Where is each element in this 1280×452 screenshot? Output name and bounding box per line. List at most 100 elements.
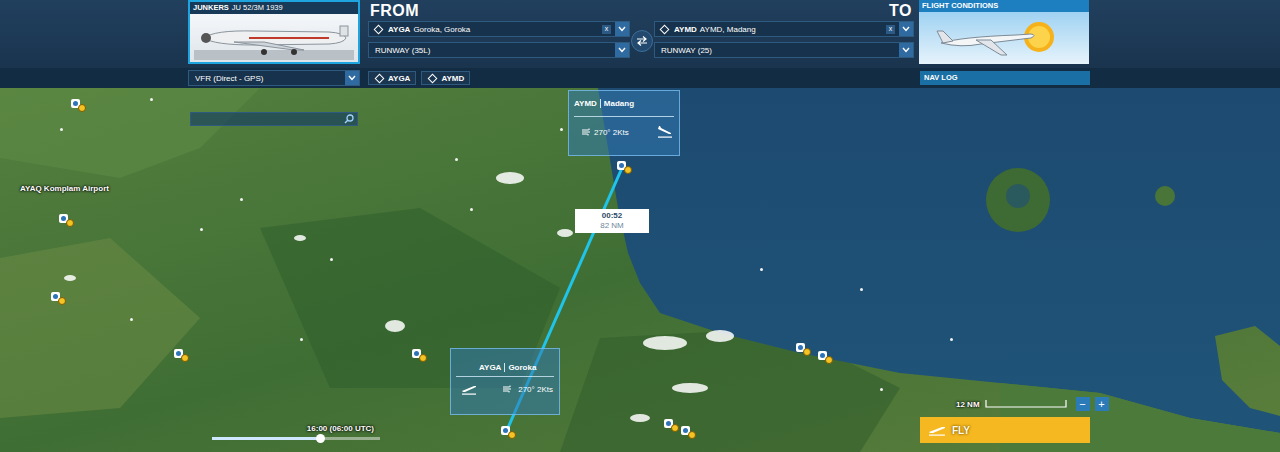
waypoint-list: AYGA AYMD [368, 71, 470, 85]
time-reading: 16:00 (06:00 UTC) [212, 423, 380, 434]
small-airport-dot[interactable] [880, 388, 883, 391]
flight-plan-text: VFR (Direct - GPS) [195, 74, 341, 83]
from-section: FROM AYGAGoroka, Goroka x RUNWAY (35L) [368, 0, 630, 68]
favorite-star-icon [624, 166, 632, 174]
small-airport-dot[interactable] [455, 158, 458, 161]
destination-card[interactable]: AYMD Madang 270° 2Kts [568, 90, 680, 156]
to-section: TO AYMDAYMD, Madang x RUNWAY (25) [654, 0, 914, 68]
to-heading: TO [654, 1, 914, 21]
wind-reading: 270° 2Kts [594, 128, 629, 137]
from-airport-field[interactable]: AYGAGoroka, Goroka x [368, 21, 630, 37]
scale-reading: 12 NM [956, 400, 980, 409]
time-slider[interactable]: 16:00 (06:00 UTC) [212, 423, 380, 440]
small-airport-dot[interactable] [300, 338, 303, 341]
small-airport-dot[interactable] [560, 128, 563, 131]
small-airport-dot[interactable] [950, 338, 953, 341]
departure-card[interactable]: AYGA Goroka 270° 2Kts [450, 348, 560, 415]
destination-title: AYMD Madang [569, 91, 679, 112]
to-runway-field[interactable]: RUNWAY (25) [654, 42, 914, 58]
fly-plane-icon [928, 424, 946, 436]
small-airport-dot[interactable] [330, 258, 333, 261]
small-airport-dot[interactable] [760, 268, 763, 271]
favorite-star-icon [825, 356, 833, 364]
aircraft-icon [194, 16, 354, 60]
favorite-star-icon [78, 104, 86, 112]
wind-reading: 270° 2Kts [518, 385, 553, 394]
airport-code: AYGA [388, 25, 410, 34]
airport-text: AYMDAYMD, Madang [674, 25, 882, 34]
clear-button[interactable]: x [602, 25, 611, 34]
waypoint-chip[interactable]: AYGA [368, 71, 416, 85]
runway: RUNWAY (35L) [375, 46, 430, 55]
wind-icon [502, 385, 512, 393]
airport-name: Goroka [508, 363, 536, 372]
favorite-star-icon [803, 348, 811, 356]
dropdown-arrow-icon[interactable] [899, 22, 913, 36]
divider [456, 376, 554, 377]
airport-code: AYMD [674, 25, 697, 34]
takeoff-icon [461, 383, 477, 395]
search-field[interactable] [190, 112, 358, 126]
dropdown-arrow-icon[interactable] [615, 43, 629, 57]
small-airport-dot[interactable] [60, 128, 63, 131]
waypoint-icon [428, 73, 438, 83]
clear-button[interactable]: x [886, 25, 895, 34]
airport-name: Goroka, Goroka [413, 25, 470, 34]
fly-button[interactable]: FLY [920, 417, 1090, 443]
swap [631, 0, 653, 68]
favorite-star-icon [671, 424, 679, 432]
small-airport-dot[interactable] [150, 98, 153, 101]
to-airport-field[interactable]: AYMDAYMD, Madang x [654, 21, 914, 37]
route-label[interactable]: 00:5282 NM [575, 209, 649, 233]
dropdown-arrow-icon[interactable] [615, 22, 629, 36]
aircraft-title: JUNKERSJU 52/3M 1939 [190, 2, 358, 14]
nav-log-label: NAV LOG [924, 73, 958, 82]
divider [574, 116, 674, 117]
favorite-star-icon [419, 354, 427, 362]
small-airport-dot[interactable] [200, 228, 203, 231]
runway-text: RUNWAY (35L) [375, 46, 611, 55]
flight-conditions-image [919, 12, 1089, 64]
swap-button[interactable] [631, 30, 653, 52]
map-airport-label[interactable]: AYAQ Komplam Airport [20, 184, 109, 193]
favorite-star-icon [508, 431, 516, 439]
swap-arrows-icon [636, 36, 648, 46]
from-heading: FROM [368, 1, 630, 21]
divider [600, 99, 601, 108]
landing-icon [657, 126, 673, 138]
zoom-out-button[interactable]: − [1076, 397, 1090, 411]
flight-conditions-card[interactable]: FLIGHT CONDITIONS [919, 0, 1089, 64]
from-runway-field[interactable]: RUNWAY (35L) [368, 42, 630, 58]
runway-text: RUNWAY (25) [661, 46, 895, 55]
flight-conditions-title: FLIGHT CONDITIONS [919, 0, 1089, 12]
zoom-in-button[interactable]: + [1095, 397, 1109, 411]
slider-thumb[interactable] [316, 434, 325, 443]
airport-name: AYMD, Madang [700, 25, 756, 34]
flight-plan-dropdown[interactable]: VFR (Direct - GPS) [188, 70, 360, 86]
small-airport-dot[interactable] [470, 208, 473, 211]
world-map[interactable]: AYAQ Komplam AirportAYMDMadang270° 2KtsA… [0, 88, 1280, 452]
nav-log-button[interactable]: NAV LOG [920, 71, 1090, 85]
aircraft-image [190, 14, 358, 62]
spacer [360, 0, 368, 68]
small-airport-dot[interactable] [240, 198, 243, 201]
small-airport-dot[interactable] [860, 288, 863, 291]
slider-fill [212, 437, 320, 440]
airport-name: Madang [604, 99, 634, 108]
waypoint-chip[interactable]: AYMD [421, 71, 470, 85]
aircraft-card[interactable]: JUNKERSJU 52/3M 1939 [188, 0, 360, 64]
aircraft-model: JU 52/3M 1939 [232, 3, 283, 12]
favorite-star-icon [688, 431, 696, 439]
weather-plane-icon [921, 13, 1087, 63]
small-airport-dot[interactable] [130, 318, 133, 321]
airport-code: AYGA [479, 363, 501, 372]
dropdown-arrow-icon[interactable] [345, 71, 359, 85]
dropdown-arrow-icon[interactable] [899, 43, 913, 57]
aircraft-maker: JUNKERS [193, 3, 229, 12]
waypoint-icon [374, 24, 384, 34]
airport-code: AYMD [574, 99, 597, 108]
spacer [0, 0, 188, 68]
scale-bar-icon [985, 400, 1067, 408]
favorite-star-icon [181, 354, 189, 362]
airport-label: AYAQ Komplam Airport [20, 184, 109, 193]
